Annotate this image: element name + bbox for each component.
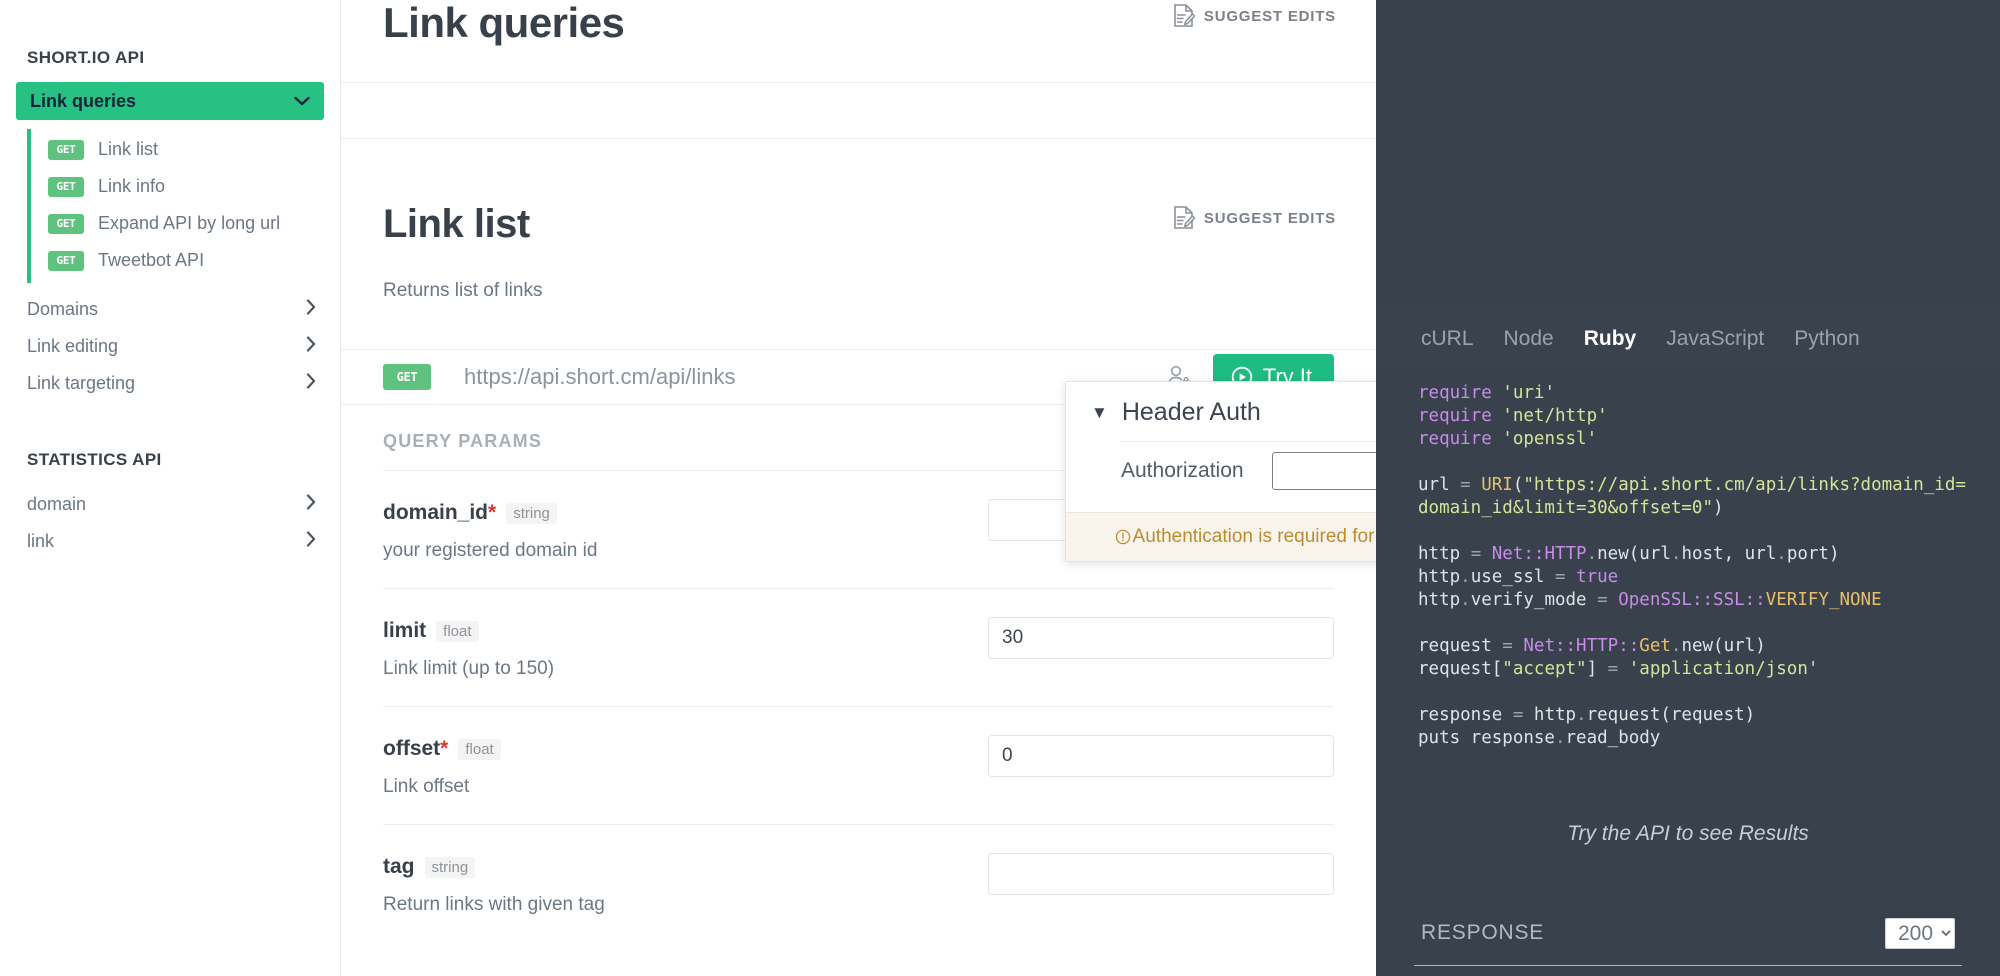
code-panel-spacer (1376, 0, 2000, 310)
param-row-tag: tag string Return links with given tag (383, 824, 1334, 942)
param-type: string (506, 503, 557, 524)
results-area: Try the API to see Results (1376, 750, 2000, 890)
language-tabs: cURL Node Ruby JavaScript Python (1376, 310, 2000, 368)
sidebar-item-tweetbot-api[interactable]: GET Tweetbot API (36, 242, 340, 279)
results-placeholder-text: Try the API to see Results (1567, 822, 1809, 846)
chevron-right-icon (306, 299, 316, 320)
edit-document-icon (1173, 206, 1195, 230)
method-badge-get: GET (48, 177, 84, 197)
chevron-right-icon (306, 494, 316, 515)
tab-python[interactable]: Python (1794, 327, 1859, 351)
param-input-limit[interactable] (988, 617, 1334, 659)
sidebar-item-link-editing[interactable]: Link editing (0, 328, 340, 365)
param-name: domain_id* (383, 501, 496, 525)
tab-node[interactable]: Node (1504, 327, 1554, 351)
suggest-edits-label: SUGGEST EDITS (1204, 210, 1336, 227)
response-bar: RESPONSE 200 (1376, 890, 2000, 976)
sidebar-item-label: Expand API by long url (98, 213, 280, 234)
sidebar-item-label: Link list (98, 139, 158, 160)
param-description: Link offset (383, 776, 963, 798)
param-name: offset* (383, 737, 448, 761)
endpoint-title: Link list (383, 202, 530, 246)
sidebar-item-domains[interactable]: Domains (0, 291, 340, 328)
endpoint-description: Returns list of links (341, 280, 1376, 302)
triangle-down-icon: ▼ (1091, 404, 1108, 421)
param-input-tag[interactable] (988, 853, 1334, 895)
sidebar-item-label: Link info (98, 176, 165, 197)
exclamation-circle-icon (1115, 529, 1131, 545)
param-name: limit (383, 619, 426, 643)
sidebar-item-link-targeting[interactable]: Link targeting (0, 365, 340, 402)
method-badge-get: GET (48, 214, 84, 234)
method-badge-get: GET (48, 251, 84, 271)
sidebar-item-link-queries[interactable]: Link queries (16, 82, 324, 120)
code-sample-ruby[interactable]: require 'uri' require 'net/http' require… (1376, 368, 2000, 750)
sidebar-item-label: link (27, 531, 306, 552)
sidebar-item-link-info[interactable]: GET Link info (36, 168, 340, 205)
suggest-edits-label: SUGGEST EDITS (1204, 8, 1336, 25)
sidebar: SHORT.IO API Link queries GET Link list … (0, 0, 341, 976)
edit-document-icon (1173, 4, 1195, 28)
endpoint-header-section: Link list SUGGEST EDITS (341, 202, 1376, 246)
auth-warning-text: Authentication is required for this endp… (1133, 526, 1376, 548)
tab-javascript[interactable]: JavaScript (1666, 327, 1764, 351)
sidebar-group-title-short-io-api: SHORT.IO API (0, 48, 340, 68)
required-asterisk: * (488, 501, 496, 524)
sidebar-item-label: Domains (27, 299, 306, 320)
header-auth-title: Header Auth (1122, 398, 1261, 427)
method-badge-get: GET (383, 364, 431, 390)
page-title: Link queries (383, 0, 624, 46)
sidebar-item-label: Link targeting (27, 373, 306, 394)
header-auth-body: Authorization (1121, 441, 1376, 512)
sidebar-item-domain[interactable]: domain (0, 486, 340, 523)
code-sample-panel: cURL Node Ruby JavaScript Python require… (1376, 0, 2000, 976)
required-asterisk: * (440, 737, 448, 760)
authorization-label: Authorization (1121, 459, 1272, 483)
sidebar-item-label: Tweetbot API (98, 250, 204, 271)
param-name: tag (383, 855, 415, 879)
header-auth-popover: ▼ Header Auth Authorization Authentica (1065, 381, 1376, 562)
sidebar-sublist-link-queries: GET Link list GET Link info GET Expand A… (27, 129, 340, 283)
page-title-section: Link queries SUGGEST EDITS (341, 0, 1376, 46)
sidebar-item-link-list[interactable]: GET Link list (36, 131, 340, 168)
param-description: Return links with given tag (383, 894, 963, 916)
param-input-offset[interactable] (988, 735, 1334, 777)
sidebar-item-label: domain (27, 494, 306, 515)
sidebar-item-link[interactable]: link (0, 523, 340, 560)
param-type: float (458, 739, 500, 760)
sidebar-item-label: Link queries (30, 91, 294, 112)
method-badge-get: GET (48, 140, 84, 160)
sidebar-group-title-statistics-api: STATISTICS API (0, 450, 340, 470)
param-type: string (425, 857, 476, 878)
chevron-right-icon (306, 336, 316, 357)
suggest-edits-button-page[interactable]: SUGGEST EDITS (1173, 4, 1336, 28)
response-label: RESPONSE (1421, 921, 1885, 945)
sidebar-item-label: Link editing (27, 336, 306, 357)
chevron-right-icon (306, 373, 316, 394)
param-row-limit: limit float Link limit (up to 150) (383, 588, 1334, 706)
authorization-input[interactable] (1272, 452, 1376, 490)
endpoint-url: https://api.short.cm/api/links (464, 364, 1161, 390)
api-reference-page: SHORT.IO API Link queries GET Link list … (0, 0, 2000, 976)
chevron-right-icon (306, 531, 316, 552)
tab-curl[interactable]: cURL (1421, 327, 1474, 351)
documentation-content: Link queries SUGGEST EDITS (341, 0, 1376, 976)
chevron-down-icon (294, 94, 310, 109)
param-description: Link limit (up to 150) (383, 658, 963, 680)
response-status-select[interactable]: 200 (1885, 918, 1955, 949)
header-auth-toggle[interactable]: ▼ Header Auth (1066, 382, 1376, 441)
tab-ruby[interactable]: Ruby (1584, 327, 1637, 351)
param-description: your registered domain id (383, 540, 963, 562)
param-row-offset: offset* float Link offset (383, 706, 1334, 824)
auth-warning-banner: Authentication is required for this endp… (1066, 512, 1376, 561)
suggest-edits-button-endpoint[interactable]: SUGGEST EDITS (1173, 206, 1336, 230)
sidebar-item-expand-api-by-long-url[interactable]: GET Expand API by long url (36, 205, 340, 242)
param-type: float (436, 621, 478, 642)
